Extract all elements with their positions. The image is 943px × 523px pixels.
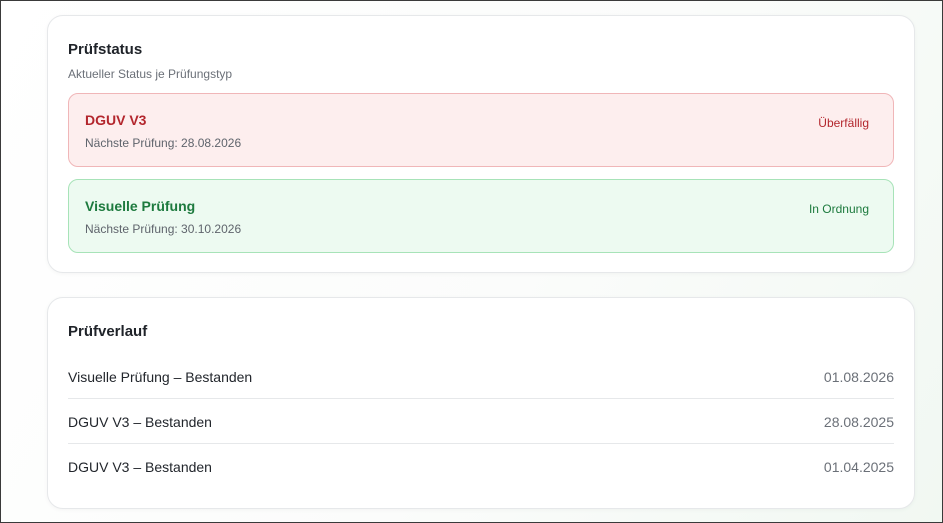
history-row-label: DGUV V3 – Bestanden [68, 459, 212, 475]
history-card-title: Prüfverlauf [68, 323, 148, 340]
status-item-dguv-v3[interactable]: DGUV V3 Nächste Prüfung: 28.08.2026 Über… [68, 93, 894, 167]
history-row[interactable]: DGUV V3 – Bestanden 28.08.2025 [68, 399, 894, 444]
history-row-date: 01.04.2025 [823, 459, 894, 475]
status-card-title: Prüfstatus [68, 41, 143, 58]
history-list: Visuelle Prüfung – Bestanden 01.08.2026 … [68, 354, 894, 489]
status-item-visual-inspection[interactable]: Visuelle Prüfung Nächste Prüfung: 30.10.… [68, 179, 894, 253]
app-frame: Prüfstatus Aktueller Status je Prüfungst… [0, 0, 943, 523]
status-item-name: Visuelle Prüfung [85, 198, 196, 214]
history-row-label: DGUV V3 – Bestanden [68, 414, 212, 430]
status-item-name: DGUV V3 [85, 112, 147, 128]
history-row-date: 01.08.2026 [823, 369, 894, 385]
status-badge: Überfällig [818, 116, 869, 130]
status-badge: In Ordnung [808, 202, 869, 216]
history-row[interactable]: DGUV V3 – Bestanden 01.04.2025 [68, 444, 894, 489]
status-card: Prüfstatus Aktueller Status je Prüfungst… [47, 15, 915, 273]
history-card: Prüfverlauf Visuelle Prüfung – Bestanden… [47, 297, 915, 509]
status-item-next-date: Nächste Prüfung: 28.08.2026 [85, 136, 242, 150]
history-row-label: Visuelle Prüfung – Bestanden [68, 369, 253, 385]
history-row[interactable]: Visuelle Prüfung – Bestanden 01.08.2026 [68, 354, 894, 399]
status-item-next-date: Nächste Prüfung: 30.10.2026 [85, 222, 242, 236]
history-row-date: 28.08.2025 [823, 414, 894, 430]
status-card-subtitle: Aktueller Status je Prüfungstyp [68, 67, 233, 81]
